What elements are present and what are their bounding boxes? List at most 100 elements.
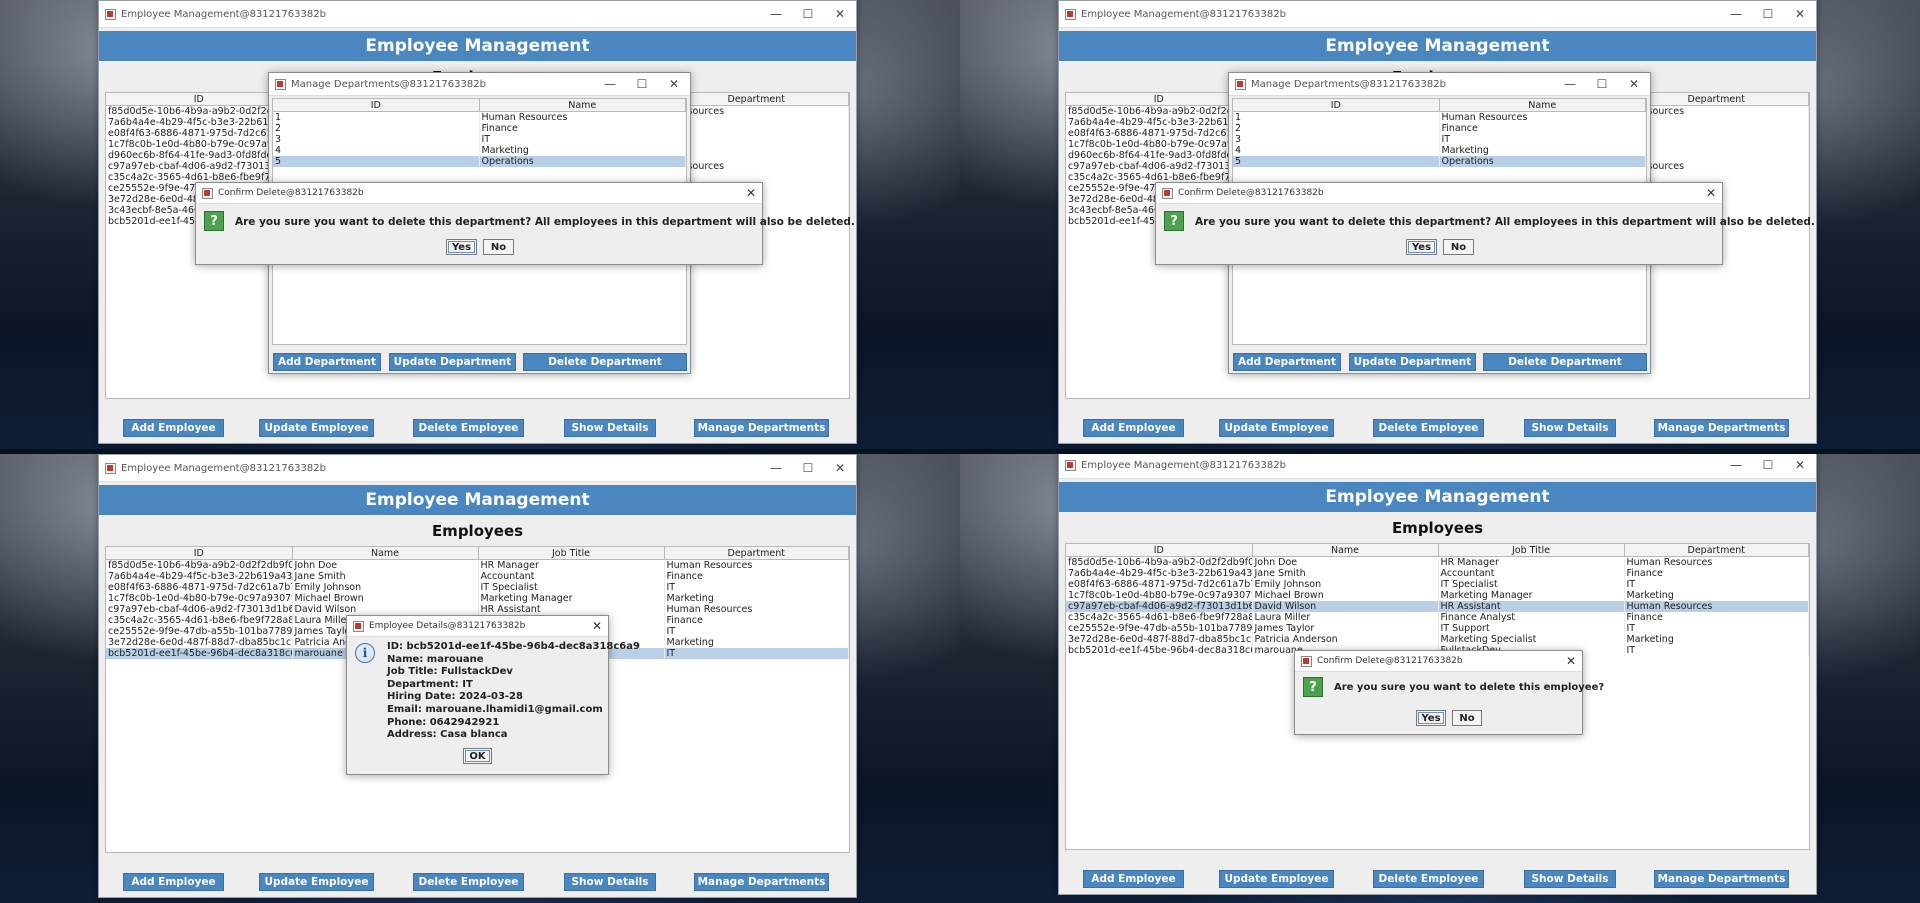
manage-departments-button[interactable]: Manage Departments: [1654, 419, 1789, 437]
close-icon[interactable]: ✕: [1706, 186, 1716, 200]
table-row[interactable]: 4 Marketing: [273, 145, 686, 156]
column-header-id[interactable]: ID: [1066, 93, 1253, 106]
table-row[interactable]: 1 Human Resources: [273, 111, 686, 123]
column-header-name[interactable]: Name: [1252, 544, 1439, 557]
table-row[interactable]: 7a6b4a4e-4b29-4f5c-b3e3-22b619a43... Jane…: [1066, 568, 1809, 579]
column-header-name[interactable]: Name: [292, 547, 479, 560]
add-employee-button[interactable]: Add Employee: [1083, 419, 1184, 437]
show-details-button[interactable]: Show Details: [1524, 419, 1616, 437]
minimize-icon[interactable]: —: [760, 7, 792, 21]
minimize-icon[interactable]: —: [1720, 7, 1752, 21]
delete-employee-button[interactable]: Delete Employee: [1373, 419, 1484, 437]
column-header-id[interactable]: ID: [106, 547, 293, 560]
column-header-name[interactable]: Name: [1439, 99, 1646, 112]
table-row[interactable]: 1c7f8c0b-1e0d-4b80-b79e-0c97a9307ff9 Mich…: [1066, 590, 1809, 601]
table-row-selected[interactable]: c97a97eb-cbaf-4d06-a9d2-f73013d1b6... Dav…: [1066, 601, 1809, 612]
update-employee-button[interactable]: Update Employee: [1219, 419, 1334, 437]
manage-departments-button[interactable]: Manage Departments: [694, 419, 829, 437]
maximize-icon[interactable]: ☐: [1752, 458, 1784, 472]
table-row[interactable]: 1 Human Resources: [1233, 111, 1646, 123]
delete-employee-button[interactable]: Delete Employee: [413, 873, 524, 891]
column-header-id[interactable]: ID: [1066, 544, 1253, 557]
table-row[interactable]: 2 Finance: [273, 123, 686, 134]
cell-dept: IT: [1624, 645, 1809, 656]
column-header-id[interactable]: ID: [1233, 99, 1440, 112]
table-row[interactable]: 2 Finance: [1233, 123, 1646, 134]
add-department-button[interactable]: Add Department: [273, 353, 381, 371]
cell-name: IT: [479, 134, 686, 145]
delete-department-button[interactable]: Delete Department: [523, 353, 687, 371]
close-icon[interactable]: ✕: [1784, 458, 1816, 472]
quadrant-top-left: Employee Management@83121763382b — ☐ ✕ E…: [0, 0, 960, 449]
minimize-icon[interactable]: —: [760, 461, 792, 475]
manage-departments-button[interactable]: Manage Departments: [694, 873, 829, 891]
column-header-job-title[interactable]: Job Title: [478, 547, 665, 560]
ok-button[interactable]: OK: [463, 748, 492, 764]
minimize-icon[interactable]: —: [1720, 458, 1752, 472]
no-button[interactable]: No: [1452, 710, 1482, 726]
delete-department-button[interactable]: Delete Department: [1483, 353, 1647, 371]
update-employee-button[interactable]: Update Employee: [259, 873, 374, 891]
update-department-button[interactable]: Update Department: [1349, 353, 1476, 371]
window-title: Employee Management@83121763382b: [121, 462, 326, 474]
table-row[interactable]: 3 IT: [1233, 134, 1646, 145]
table-row[interactable]: c35c4a2c-3565-4d61-b8e6-fbe9f728a86d Laur…: [1066, 612, 1809, 623]
no-button[interactable]: No: [1443, 239, 1474, 255]
close-icon[interactable]: ✕: [1618, 77, 1650, 91]
close-icon[interactable]: ✕: [592, 619, 602, 633]
close-icon[interactable]: ✕: [1566, 654, 1576, 668]
table-row[interactable]: e08f4f63-6886-4871-975d-7d2c61a7b7... Emi…: [106, 582, 849, 593]
table-row[interactable]: 1c7f8c0b-1e0d-4b80-b79e-0c97a9307ff9 Mich…: [106, 593, 849, 604]
maximize-icon[interactable]: ☐: [792, 7, 824, 21]
add-employee-button[interactable]: Add Employee: [123, 419, 224, 437]
add-department-button[interactable]: Add Department: [1233, 353, 1341, 371]
close-icon[interactable]: ✕: [824, 7, 856, 21]
close-icon[interactable]: ✕: [658, 77, 690, 91]
close-icon[interactable]: ✕: [824, 461, 856, 475]
column-header-name[interactable]: Name: [479, 99, 686, 112]
table-row-selected[interactable]: 5 Operations: [1233, 156, 1646, 167]
column-header-department[interactable]: Department: [1624, 93, 1809, 106]
table-row[interactable]: 3e72d28e-6e0d-487f-88d7-dba85bc1c... Patr…: [1066, 634, 1809, 645]
table-row[interactable]: f85d0d5e-10b6-4b9a-a9b2-0d2f2db9f088 John…: [1066, 556, 1809, 568]
maximize-icon[interactable]: ☐: [1752, 7, 1784, 21]
yes-button[interactable]: Yes: [1406, 239, 1437, 255]
column-header-job-title[interactable]: Job Title: [1438, 544, 1625, 557]
column-header-department[interactable]: Department: [1624, 544, 1809, 557]
table-row[interactable]: 4 Marketing: [1233, 145, 1646, 156]
table-row[interactable]: c97a97eb-cbaf-4d06-a9d2-f73013d1b6... Dav…: [106, 604, 849, 615]
table-row[interactable]: f85d0d5e-10b6-4b9a-a9b2-0d2f2db9f088 John…: [106, 559, 849, 571]
confirm-message: Are you sure you want to delete this emp…: [1334, 682, 1605, 693]
table-row[interactable]: 3 IT: [273, 134, 686, 145]
delete-employee-button[interactable]: Delete Employee: [413, 419, 524, 437]
no-button[interactable]: No: [483, 239, 514, 255]
column-header-id[interactable]: ID: [273, 99, 480, 112]
update-department-button[interactable]: Update Department: [389, 353, 516, 371]
yes-button[interactable]: Yes: [446, 239, 477, 255]
confirm-delete-department-dialog: Confirm Delete@83121763382b ✕ ? Are you …: [195, 182, 855, 265]
show-details-button[interactable]: Show Details: [1524, 870, 1616, 888]
column-header-department[interactable]: Department: [664, 93, 849, 106]
column-header-department[interactable]: Department: [664, 547, 849, 560]
minimize-icon[interactable]: —: [1554, 77, 1586, 91]
maximize-icon[interactable]: ☐: [792, 461, 824, 475]
close-icon[interactable]: ✕: [1784, 7, 1816, 21]
column-header-id[interactable]: ID: [106, 93, 293, 106]
update-employee-button[interactable]: Update Employee: [1219, 870, 1334, 888]
maximize-icon[interactable]: ☐: [626, 77, 658, 91]
minimize-icon[interactable]: —: [594, 77, 626, 91]
manage-departments-button[interactable]: Manage Departments: [1654, 870, 1789, 888]
add-employee-button[interactable]: Add Employee: [123, 873, 224, 891]
delete-employee-button[interactable]: Delete Employee: [1373, 870, 1484, 888]
show-details-button[interactable]: Show Details: [564, 873, 656, 891]
table-row-selected[interactable]: 5 Operations: [273, 156, 686, 167]
yes-button[interactable]: Yes: [1416, 710, 1446, 726]
table-row[interactable]: e08f4f63-6886-4871-975d-7d2c61a7b7... Emi…: [1066, 579, 1809, 590]
table-row[interactable]: ce25552e-9f9e-47db-a55b-101ba7789f... Jam…: [1066, 623, 1809, 634]
show-details-button[interactable]: Show Details: [564, 419, 656, 437]
add-employee-button[interactable]: Add Employee: [1083, 870, 1184, 888]
close-icon[interactable]: ✕: [746, 186, 756, 200]
update-employee-button[interactable]: Update Employee: [259, 419, 374, 437]
table-row[interactable]: 7a6b4a4e-4b29-4f5c-b3e3-22b619a43... Jane…: [106, 571, 849, 582]
maximize-icon[interactable]: ☐: [1586, 77, 1618, 91]
